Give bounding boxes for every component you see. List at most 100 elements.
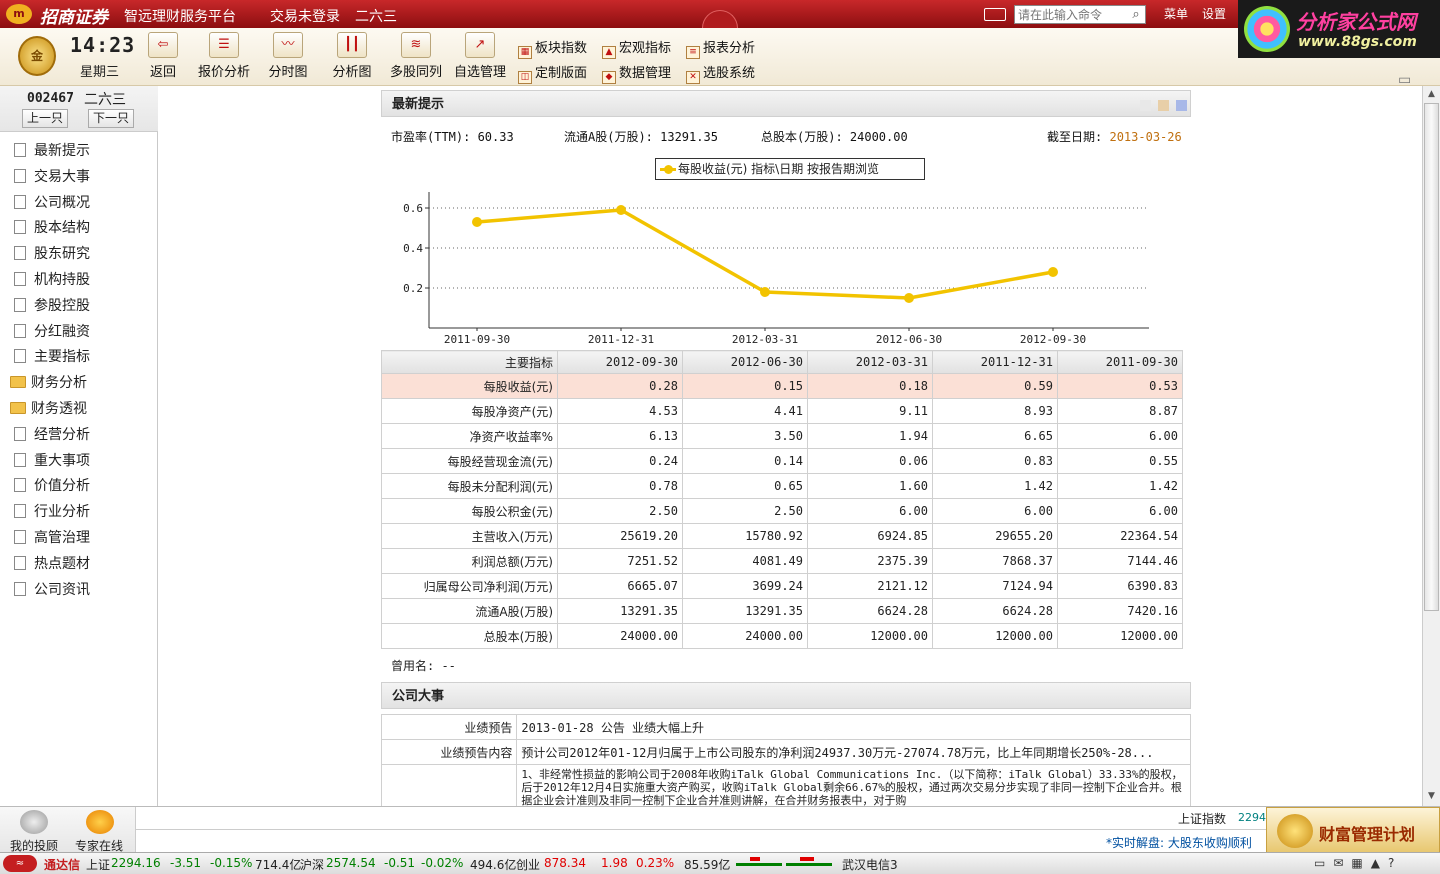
hs-label: 沪深 (300, 858, 325, 872)
document-icon (14, 297, 26, 312)
metric-value: 24000.00 (682, 623, 808, 649)
column-header[interactable]: 主要指标 (381, 350, 558, 374)
custom-layout-icon: ◫ (518, 71, 532, 84)
event-label (380, 764, 518, 806)
collapse-toolbar-handle[interactable] (702, 10, 738, 28)
view-toggle-icon[interactable] (1140, 100, 1151, 111)
sector-index-icon: ▦ (518, 46, 532, 59)
metric-name: 净资产收益率% (381, 423, 558, 449)
metric-name: 每股未分配利润(元) (381, 473, 558, 499)
start-menu-icon[interactable]: ≈ (3, 855, 37, 872)
metric-value: 6390.83 (1057, 573, 1183, 599)
sidebar-item[interactable]: 高管治理 (14, 527, 90, 549)
sector-index-button[interactable]: ▦ 板块指数 (518, 37, 587, 59)
table-row[interactable]: 每股公积金(元) 2.50 2.50 6.00 6.00 6.00 (381, 498, 1183, 524)
column-header[interactable]: 2011-12-31 (932, 350, 1058, 374)
table-row[interactable]: 利润总额(万元) 7251.52 4081.49 2375.39 7868.37 7144… (381, 548, 1183, 574)
command-input[interactable] (1014, 5, 1146, 24)
intraday-chart-button[interactable]: 〰 分时图 (266, 32, 310, 84)
sidebar-item[interactable]: 最新提示 (14, 140, 90, 162)
custom-layout-button[interactable]: ◫ 定制版面 (518, 62, 587, 84)
search-icon[interactable]: ⌕ (1128, 7, 1144, 23)
eps-data-point (760, 287, 770, 297)
alert-icon[interactable]: ▲ (1371, 856, 1388, 870)
trade-login-status[interactable]: 交易未登录 (270, 6, 340, 26)
sidebar-item[interactable]: 分红融资 (14, 321, 90, 343)
gold-badge-icon[interactable]: 金 (18, 36, 56, 76)
table-row[interactable]: 归属母公司净利润(万元) 6665.07 3699.24 2121.12 7124.94… (381, 573, 1183, 599)
wealth-plan-banner[interactable]: 财富管理计划 (1266, 807, 1440, 853)
help-icon[interactable]: ? (1388, 856, 1402, 870)
news-ticker[interactable]: *实时解盘: 大股东收购顺利 (1106, 834, 1252, 851)
sidebar-item-label: 分红融资 (34, 323, 90, 340)
document-icon (14, 452, 26, 467)
table-row[interactable]: 主营收入(万元) 25619.20 15780.92 6924.85 29655.20 2… (381, 523, 1183, 549)
view-toggle-icon[interactable] (1158, 100, 1169, 111)
table-row[interactable]: 每股未分配利润(元) 0.78 0.65 1.60 1.42 1.42 (381, 473, 1183, 499)
prev-stock-button[interactable]: 上一只 (22, 109, 68, 128)
scroll-up-icon[interactable]: ▲ (1423, 86, 1440, 103)
table-row[interactable]: 每股经营现金流(元) 0.24 0.14 0.06 0.83 0.55 (381, 448, 1183, 474)
sidebar-item[interactable]: 股本结构 (14, 217, 90, 239)
sidebar-item[interactable]: 财务透视 (10, 398, 87, 420)
macro-indicator-button[interactable]: ▲ 宏观指标 (602, 37, 671, 59)
as-of-label: 截至日期: (1047, 130, 1103, 144)
minimize-icon[interactable]: ▭ (1314, 856, 1333, 870)
sidebar-item[interactable]: 价值分析 (14, 475, 90, 497)
keyboard-icon[interactable] (984, 8, 1006, 21)
grid-icon[interactable]: ▦ (1351, 856, 1370, 870)
column-header[interactable]: 2012-03-31 (807, 350, 933, 374)
column-header[interactable]: 2012-06-30 (682, 350, 808, 374)
sidebar-item[interactable]: 财务分析 (10, 372, 87, 394)
data-management-button[interactable]: ◆ 数据管理 (602, 62, 671, 84)
metric-value: 6.13 (557, 423, 683, 449)
next-stock-button[interactable]: 下一只 (88, 109, 134, 128)
server-name[interactable]: 武汉电信3 (842, 856, 898, 873)
analysis-chart-button[interactable]: ┃┃ 分析图 (330, 32, 374, 84)
sidebar-item[interactable]: 股东研究 (14, 243, 90, 265)
column-header[interactable]: 2012-09-30 (557, 350, 683, 374)
sh-value: 2294.16 (111, 856, 161, 870)
watchlist-button[interactable]: ↗ 自选管理 (452, 32, 508, 84)
scroll-thumb[interactable] (1424, 103, 1439, 611)
report-analysis-button[interactable]: ≡ 报表分析 (686, 37, 755, 59)
intraday-chart-icon: 〰 (273, 32, 303, 58)
sidebar-item[interactable]: 主要指标 (14, 346, 90, 368)
x-tick-label: 2012-06-30 (876, 333, 942, 346)
metric-value: 1.94 (807, 423, 933, 449)
scroll-down-icon[interactable]: ▼ (1423, 788, 1440, 805)
column-header[interactable]: 2011-09-30 (1057, 350, 1183, 374)
table-row[interactable]: 流通A股(万股) 13291.35 13291.35 6624.28 6624.28 74… (381, 598, 1183, 624)
event-text: 预计公司2012年01-12月归属于上市公司股东的净利润24937.30万元-2… (516, 739, 1191, 765)
document-icon (14, 530, 26, 544)
quote-analysis-button[interactable]: ☰ 报价分析 (196, 32, 252, 84)
chart-legend[interactable]: 每股收益(元) 指标\日期 按报告期浏览 (655, 158, 925, 180)
stock-screener-button[interactable]: ✕ 选股系统 (686, 62, 755, 84)
sidebar-item[interactable]: 参股控股 (14, 295, 90, 317)
back-button[interactable]: ⇦ 返回 (143, 32, 183, 84)
sidebar-item[interactable]: 公司资讯 (14, 579, 90, 601)
sidebar-item[interactable]: 交易大事 (14, 166, 90, 188)
sidebar-item[interactable]: 行业分析 (14, 501, 90, 523)
multi-stock-button[interactable]: ≋ 多股同列 (388, 32, 444, 84)
mail-icon[interactable]: ✉ (1333, 856, 1351, 870)
folder-icon (10, 376, 26, 389)
sidebar-item[interactable]: 经营分析 (14, 424, 90, 446)
sidebar-item[interactable]: 热点题材 (14, 553, 90, 575)
menu-button[interactable]: 菜单 (1158, 5, 1194, 24)
expert-avatar-icon[interactable] (86, 810, 114, 834)
advisor-avatar-icon[interactable] (20, 810, 48, 834)
settings-button[interactable]: 设置 (1196, 5, 1232, 24)
document-icon (14, 194, 26, 209)
view-toggle-icon[interactable] (1176, 100, 1187, 111)
sidebar-item[interactable]: 公司概况 (14, 192, 90, 214)
vertical-scrollbar[interactable]: ▲ ▼ (1422, 86, 1440, 806)
table-row[interactable]: 每股收益(元) 0.28 0.15 0.18 0.59 0.53 (381, 373, 1183, 399)
sidebar-item[interactable]: 机构持股 (14, 269, 90, 291)
table-row[interactable]: 净资产收益率% 6.13 3.50 1.94 6.65 6.00 (381, 423, 1183, 449)
table-row[interactable]: 总股本(万股) 24000.00 24000.00 12000.00 12000.00 1… (381, 623, 1183, 649)
table-row[interactable]: 每股净资产(元) 4.53 4.41 9.11 8.93 8.87 (381, 398, 1183, 424)
sidebar-item[interactable]: 重大事项 (14, 450, 90, 472)
metric-value: 4.53 (557, 398, 683, 424)
float-shares: 流通A股(万股): 13291.35 (564, 130, 718, 144)
